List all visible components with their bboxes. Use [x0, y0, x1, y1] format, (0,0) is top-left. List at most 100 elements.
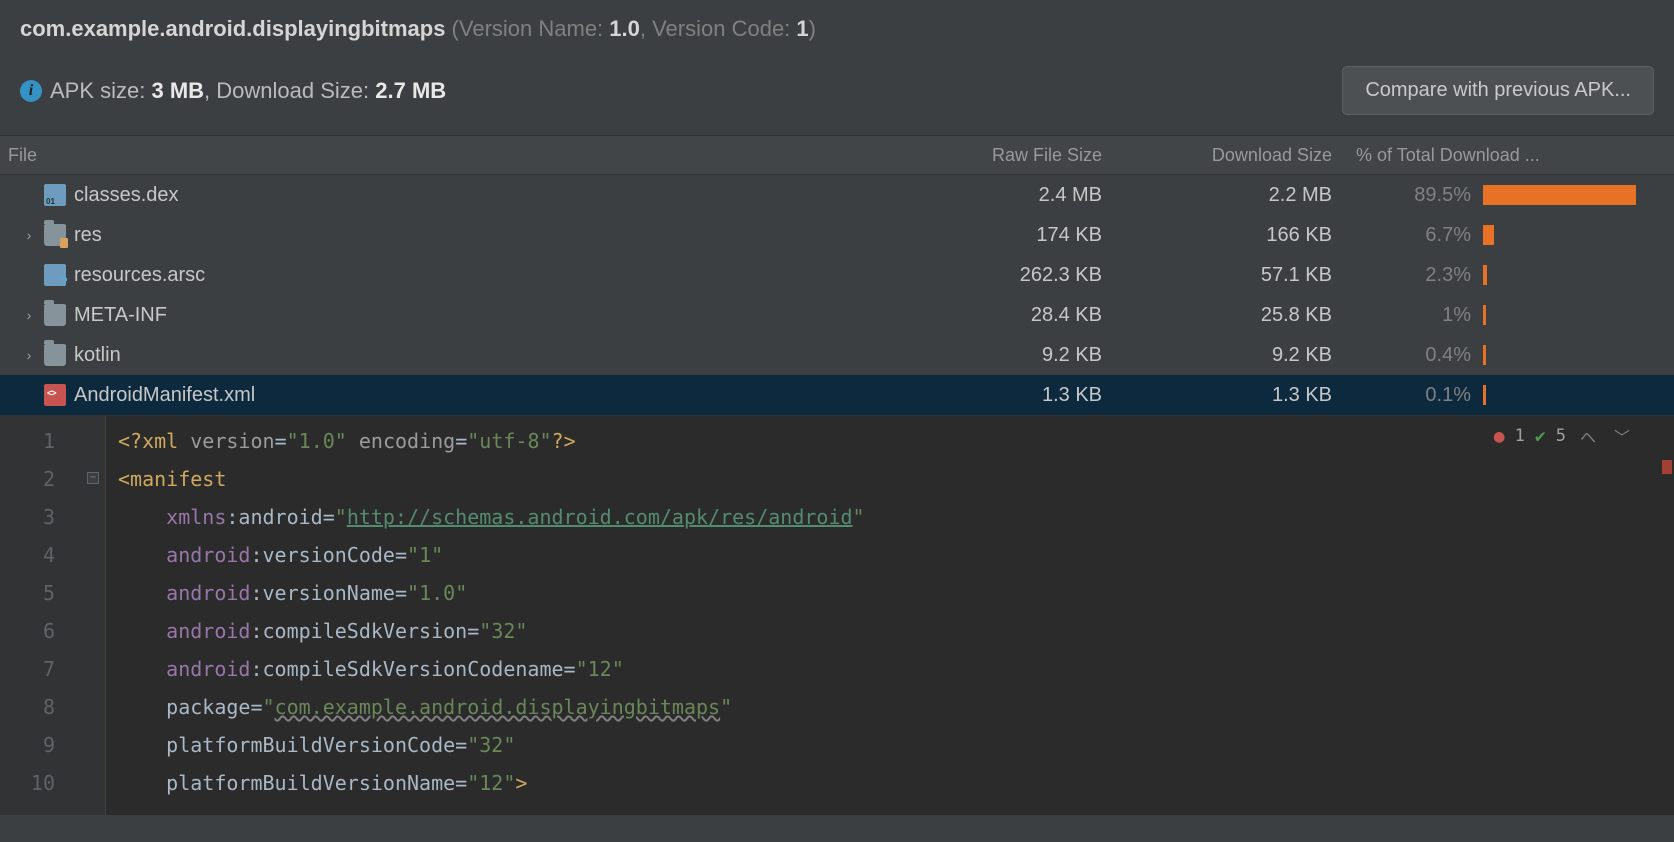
bar-cell: [1483, 265, 1674, 285]
code-line[interactable]: <manifest: [106, 460, 1674, 498]
dl-value: 25.8 KB: [1118, 304, 1348, 327]
prev-highlight-icon[interactable]: ヘ: [1576, 424, 1600, 448]
line-number[interactable]: 9: [0, 726, 105, 764]
line-number[interactable]: 7: [0, 650, 105, 688]
line-number[interactable]: 3: [0, 498, 105, 536]
table-header: File Raw File Size Download Size % of To…: [0, 135, 1674, 175]
line-number[interactable]: 4: [0, 536, 105, 574]
raw-value: 174 KB: [888, 224, 1118, 247]
file-name: META-INF: [74, 304, 167, 327]
dex-icon: [44, 184, 66, 206]
code-line[interactable]: package="com.example.android.displayingb…: [106, 688, 1674, 726]
table-row[interactable]: › res 174 KB166 KB6.7%: [0, 215, 1674, 255]
file-name: resources.arsc: [74, 264, 205, 287]
error-stripe[interactable]: [1662, 460, 1672, 474]
info-icon: i: [20, 80, 42, 102]
percent-bar: [1483, 345, 1486, 365]
code-line[interactable]: platformBuildVersionCode="32": [106, 726, 1674, 764]
pct-value: 1%: [1348, 304, 1483, 327]
code-line[interactable]: android:versionName="1.0": [106, 574, 1674, 612]
code-editor: 12−345678910 ● 1 ✔ 5 ヘ ﹀ <?xml version="…: [0, 415, 1674, 815]
code-line[interactable]: platformBuildVersionName="12">: [106, 764, 1674, 802]
dl-value: 9.2 KB: [1118, 344, 1348, 367]
bar-cell: [1483, 385, 1674, 405]
package-title: com.example.android.displayingbitmaps (V…: [20, 16, 1654, 42]
file-cell: ›AndroidManifest.xml: [0, 384, 888, 407]
bar-cell: [1483, 185, 1674, 205]
file-cell: › META-INF: [0, 304, 888, 327]
pct-value: 0.4%: [1348, 344, 1483, 367]
dl-value: 1.3 KB: [1118, 384, 1348, 407]
folder-icon: [44, 304, 66, 326]
expand-chevron-icon[interactable]: ›: [22, 308, 36, 322]
bar-cell: [1483, 345, 1674, 365]
error-count: 1: [1515, 426, 1525, 446]
line-number[interactable]: 5: [0, 574, 105, 612]
raw-value: 28.4 KB: [888, 304, 1118, 327]
raw-value: 1.3 KB: [888, 384, 1118, 407]
raw-value: 2.4 MB: [888, 184, 1118, 207]
folder-icon: [44, 344, 66, 366]
line-number[interactable]: 1: [0, 422, 105, 460]
line-number[interactable]: 8: [0, 688, 105, 726]
unknown-icon: [44, 264, 66, 286]
col-raw-size[interactable]: Raw File Size: [888, 145, 1118, 166]
percent-bar: [1483, 265, 1487, 285]
pct-value: 6.7%: [1348, 224, 1483, 247]
table-row[interactable]: ›AndroidManifest.xml1.3 KB1.3 KB0.1%: [0, 375, 1674, 415]
pct-value: 2.3%: [1348, 264, 1483, 287]
editor-gutter: 12−345678910: [0, 416, 105, 815]
col-percent[interactable]: % of Total Download ...: [1348, 145, 1674, 166]
expand-chevron-icon[interactable]: ›: [22, 228, 36, 242]
table-row[interactable]: ›kotlin9.2 KB9.2 KB0.4%: [0, 335, 1674, 375]
file-name: kotlin: [74, 344, 121, 367]
bar-cell: [1483, 225, 1674, 245]
inspection-widget[interactable]: ● 1 ✔ 5 ヘ ﹀: [1488, 422, 1640, 450]
code-line[interactable]: xmlns:android="http://schemas.android.co…: [106, 498, 1674, 536]
file-cell: › res: [0, 224, 888, 247]
code-line[interactable]: android:compileSdkVersion="32": [106, 612, 1674, 650]
dl-value: 2.2 MB: [1118, 184, 1348, 207]
next-highlight-icon[interactable]: ﹀: [1610, 424, 1634, 448]
file-cell: ›classes.dex: [0, 184, 888, 207]
file-table: File Raw File Size Download Size % of To…: [0, 135, 1674, 415]
file-cell: › kotlin: [0, 344, 888, 367]
table-row[interactable]: ›resources.arsc262.3 KB57.1 KB2.3%: [0, 255, 1674, 295]
bar-cell: [1483, 305, 1674, 325]
dl-value: 57.1 KB: [1118, 264, 1348, 287]
col-file[interactable]: File: [0, 145, 888, 166]
fold-icon[interactable]: −: [87, 472, 99, 484]
code-line[interactable]: <?xml version="1.0" encoding="utf-8"?>: [106, 422, 1674, 460]
apk-header: com.example.android.displayingbitmaps (V…: [0, 0, 1674, 135]
check-icon: ✔: [1535, 426, 1546, 447]
line-number[interactable]: 6: [0, 612, 105, 650]
table-row[interactable]: › META-INF 28.4 KB25.8 KB1%: [0, 295, 1674, 335]
warning-count: 5: [1556, 426, 1566, 446]
raw-value: 9.2 KB: [888, 344, 1118, 367]
code-line[interactable]: android:compileSdkVersionCodename="12": [106, 650, 1674, 688]
line-number[interactable]: 10: [0, 764, 105, 802]
file-name: AndroidManifest.xml: [74, 384, 255, 407]
line-number[interactable]: 2−: [0, 460, 105, 498]
pct-value: 89.5%: [1348, 184, 1483, 207]
editor-code[interactable]: ● 1 ✔ 5 ヘ ﹀ <?xml version="1.0" encoding…: [105, 416, 1674, 815]
xml-icon: [44, 384, 66, 406]
error-icon: ●: [1494, 426, 1505, 447]
percent-bar: [1483, 185, 1636, 205]
percent-bar: [1483, 305, 1486, 325]
expand-chevron-icon[interactable]: ›: [22, 348, 36, 362]
dl-value: 166 KB: [1118, 224, 1348, 247]
file-name: classes.dex: [74, 184, 179, 207]
pct-value: 0.1%: [1348, 384, 1483, 407]
folder-res-icon: [44, 224, 66, 246]
size-row: i APK size: 3 MB, Download Size: 2.7 MB …: [20, 66, 1654, 115]
file-name: res: [74, 224, 102, 247]
percent-bar: [1483, 385, 1486, 405]
table-row[interactable]: ›classes.dex2.4 MB2.2 MB89.5%: [0, 175, 1674, 215]
col-download-size[interactable]: Download Size: [1118, 145, 1348, 166]
file-cell: ›resources.arsc: [0, 264, 888, 287]
compare-apk-button[interactable]: Compare with previous APK...: [1342, 66, 1654, 115]
code-line[interactable]: android:versionCode="1": [106, 536, 1674, 574]
size-summary: i APK size: 3 MB, Download Size: 2.7 MB: [20, 78, 446, 104]
package-name: com.example.android.displayingbitmaps: [20, 16, 445, 41]
